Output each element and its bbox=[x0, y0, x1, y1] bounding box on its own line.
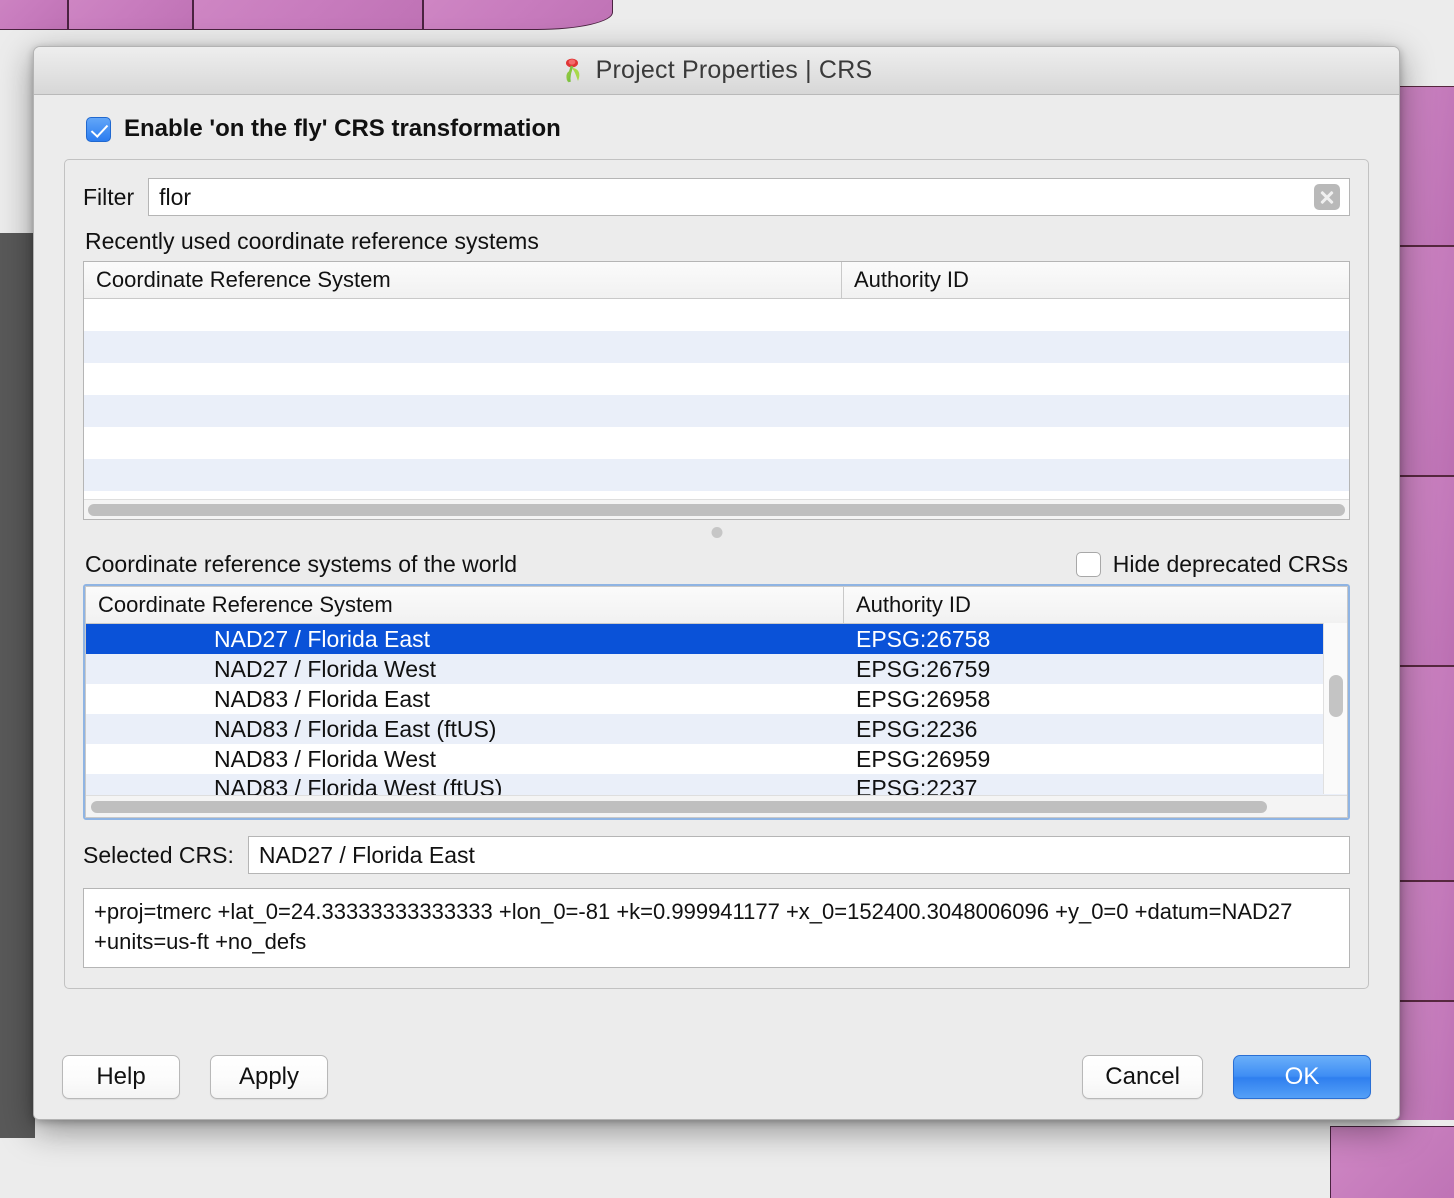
map-canvas-top bbox=[0, 0, 1454, 30]
crs-name: NAD27 / Florida East bbox=[214, 625, 431, 652]
column-header-authority[interactable]: Authority ID bbox=[844, 587, 1347, 623]
table-row bbox=[84, 395, 1349, 427]
world-crs-table-body: NAD27 / Florida East EPSG:26758 NAD27 / … bbox=[86, 624, 1347, 795]
qgis-flower-icon bbox=[561, 57, 587, 85]
map-polygon bbox=[1391, 86, 1454, 246]
column-header-crs[interactable]: Coordinate Reference System bbox=[84, 262, 842, 298]
table-row[interactable]: NAD83 / Florida East EPSG:26958 bbox=[86, 684, 1347, 714]
crs-name: NAD83 / Florida East (ftUS) bbox=[214, 715, 497, 742]
enable-crs-checkbox[interactable] bbox=[86, 116, 111, 142]
selected-crs-row: Selected CRS: NAD27 / Florida East bbox=[83, 836, 1350, 874]
cancel-button[interactable]: Cancel bbox=[1082, 1055, 1203, 1099]
crs-authority: EPSG:2236 bbox=[856, 715, 978, 742]
dialog-footer: Help Apply Cancel OK bbox=[34, 1035, 1399, 1119]
map-polygon bbox=[1391, 1001, 1454, 1138]
world-crs-header-row: Coordinate reference systems of the worl… bbox=[85, 551, 1348, 578]
table-row[interactable]: NAD27 / Florida West EPSG:26759 bbox=[86, 654, 1347, 684]
world-crs-table-header: Coordinate Reference System Authority ID bbox=[86, 587, 1347, 624]
clear-x-icon[interactable] bbox=[1314, 184, 1340, 210]
recently-used-table-body bbox=[84, 299, 1349, 499]
map-canvas-bottom bbox=[1290, 1120, 1454, 1198]
crs-name: NAD83 / Florida West bbox=[214, 745, 436, 772]
ok-button[interactable]: OK bbox=[1233, 1055, 1371, 1099]
world-crs-hscrollbar[interactable] bbox=[86, 795, 1347, 817]
crs-name: NAD83 / Florida West (ftUS) bbox=[214, 775, 503, 795]
filter-input-value: flor bbox=[159, 183, 192, 210]
map-polygon bbox=[1391, 666, 1454, 881]
scrollbar-thumb[interactable] bbox=[1329, 675, 1343, 717]
dialog-titlebar[interactable]: Project Properties | CRS bbox=[34, 47, 1399, 95]
crs-authority: EPSG:26959 bbox=[856, 745, 991, 772]
crs-authority: EPSG:26758 bbox=[856, 625, 991, 652]
selected-crs-value[interactable]: NAD27 / Florida East bbox=[247, 836, 1350, 874]
crs-authority: EPSG:26759 bbox=[856, 655, 991, 682]
table-row[interactable]: NAD83 / Florida West EPSG:26959 bbox=[86, 744, 1347, 774]
filter-label: Filter bbox=[83, 183, 135, 210]
enable-crs-transformation-row[interactable]: Enable 'on the fly' CRS transformation bbox=[86, 115, 1377, 143]
recently-used-table[interactable]: Coordinate Reference System Authority ID bbox=[83, 261, 1350, 520]
crs-selector-group: Filter flor Recently used coordinate ref… bbox=[64, 159, 1369, 989]
filter-row: Filter flor bbox=[83, 178, 1350, 216]
world-crs-table[interactable]: Coordinate Reference System Authority ID… bbox=[83, 584, 1350, 820]
map-polygon bbox=[68, 0, 193, 30]
filter-input[interactable]: flor bbox=[148, 178, 1350, 216]
left-dock-panel bbox=[0, 233, 35, 1138]
table-row bbox=[84, 299, 1349, 331]
crs-authority: EPSG:26958 bbox=[856, 685, 991, 712]
recently-used-outer-scrollbar[interactable] bbox=[83, 525, 1350, 541]
recently-used-label: Recently used coordinate reference syste… bbox=[85, 228, 539, 254]
crs-name: NAD83 / Florida East bbox=[214, 685, 431, 712]
scrollbar-thumb[interactable] bbox=[711, 527, 722, 538]
map-polygon bbox=[193, 0, 423, 30]
map-canvas-right bbox=[1391, 86, 1454, 1138]
dialog-title: Project Properties | CRS bbox=[595, 56, 873, 84]
table-row bbox=[84, 331, 1349, 363]
table-row bbox=[84, 363, 1349, 395]
table-row[interactable]: NAD27 / Florida East EPSG:26758 bbox=[86, 624, 1347, 654]
selected-crs-label: Selected CRS: bbox=[83, 841, 234, 868]
map-polygon bbox=[1391, 246, 1454, 476]
map-polygon bbox=[1391, 476, 1454, 666]
map-polygon bbox=[0, 0, 68, 30]
hide-deprecated-label: Hide deprecated CRSs bbox=[1112, 551, 1348, 577]
apply-button[interactable]: Apply bbox=[210, 1055, 328, 1099]
project-properties-dialog: Project Properties | CRS Enable 'on the … bbox=[33, 46, 1400, 1120]
column-header-crs[interactable]: Coordinate Reference System bbox=[86, 587, 844, 623]
map-polygon bbox=[423, 0, 613, 30]
hide-deprecated-checkbox[interactable] bbox=[1075, 552, 1101, 577]
table-row[interactable]: NAD83 / Florida West (ftUS) EPSG:2237 bbox=[86, 774, 1347, 795]
world-crs-label: Coordinate reference systems of the worl… bbox=[85, 551, 518, 577]
recently-used-table-header: Coordinate Reference System Authority ID bbox=[84, 262, 1349, 299]
crs-authority: EPSG:2237 bbox=[856, 775, 978, 795]
map-polygon bbox=[1391, 881, 1454, 1001]
enable-crs-label: Enable 'on the fly' CRS transformation bbox=[124, 115, 561, 142]
table-row bbox=[84, 491, 1349, 523]
column-header-authority[interactable]: Authority ID bbox=[842, 262, 1349, 298]
table-row bbox=[84, 459, 1349, 491]
crs-name: NAD27 / Florida West bbox=[214, 655, 436, 682]
table-row bbox=[84, 427, 1349, 459]
map-polygon bbox=[1330, 1126, 1454, 1198]
hide-deprecated-row[interactable]: Hide deprecated CRSs bbox=[1075, 551, 1348, 578]
proj4-definition: +proj=tmerc +lat_0=24.33333333333333 +lo… bbox=[83, 888, 1350, 968]
world-crs-vscrollbar[interactable] bbox=[1323, 623, 1347, 794]
help-button[interactable]: Help bbox=[62, 1055, 180, 1099]
table-row[interactable]: NAD83 / Florida East (ftUS) EPSG:2236 bbox=[86, 714, 1347, 744]
scrollbar-thumb[interactable] bbox=[91, 800, 1267, 813]
